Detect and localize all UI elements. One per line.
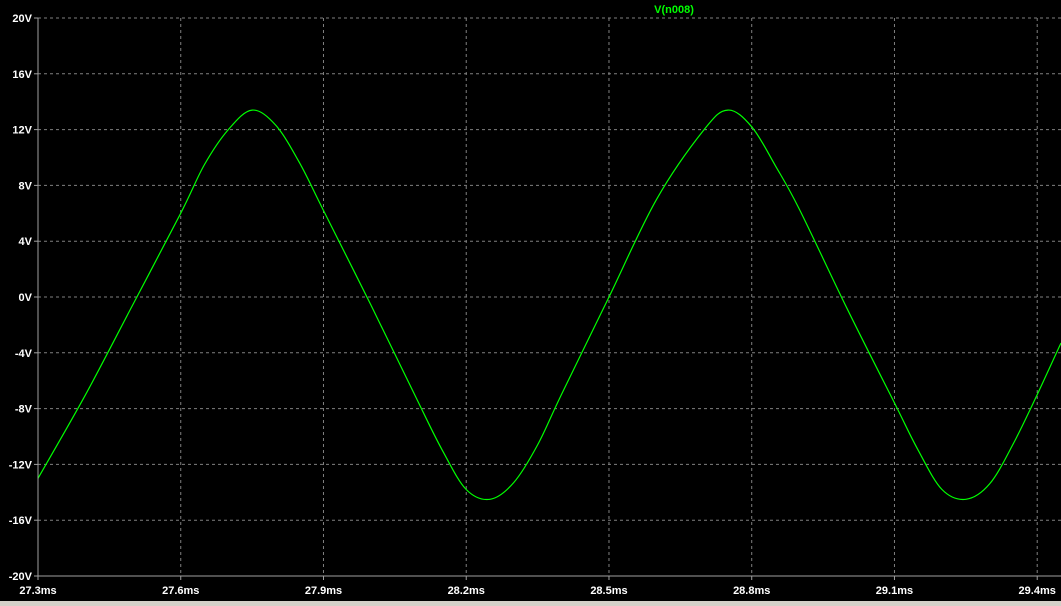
y-tick-label: 12V <box>12 125 32 137</box>
plot-window: 20V 16V 12V 8V 4V 0V -4V -8V -12V -16V -20V 27.3ms 2… <box>0 0 1061 601</box>
x-tick-label: 27.9ms <box>305 585 342 597</box>
y-tick-label: -4V <box>15 348 33 360</box>
x-tick-label: 27.3ms <box>19 585 56 597</box>
y-tick-label: 0V <box>19 292 33 304</box>
trace-label[interactable]: V(n008) <box>654 4 694 16</box>
plot-background <box>0 0 1061 601</box>
x-tick-label: 29.4ms <box>1019 585 1056 597</box>
y-tick-label: 16V <box>12 69 32 81</box>
y-tick-label: 4V <box>19 236 33 248</box>
y-tick-label: -16V <box>9 515 33 527</box>
x-tick-label: 28.5ms <box>590 585 627 597</box>
y-tick-label: -20V <box>9 571 33 583</box>
y-tick-label: -8V <box>15 404 33 416</box>
y-tick-label: 8V <box>19 180 33 192</box>
waveform-chart[interactable]: 20V 16V 12V 8V 4V 0V -4V -8V -12V -16V -20V 27.3ms 2… <box>0 0 1061 601</box>
y-tick-label: 20V <box>12 13 32 25</box>
x-tick-label: 28.2ms <box>448 585 485 597</box>
y-tick-label: -12V <box>9 459 33 471</box>
x-tick-label: 29.1ms <box>876 585 913 597</box>
x-tick-label: 28.8ms <box>733 585 770 597</box>
x-tick-label: 27.6ms <box>162 585 199 597</box>
